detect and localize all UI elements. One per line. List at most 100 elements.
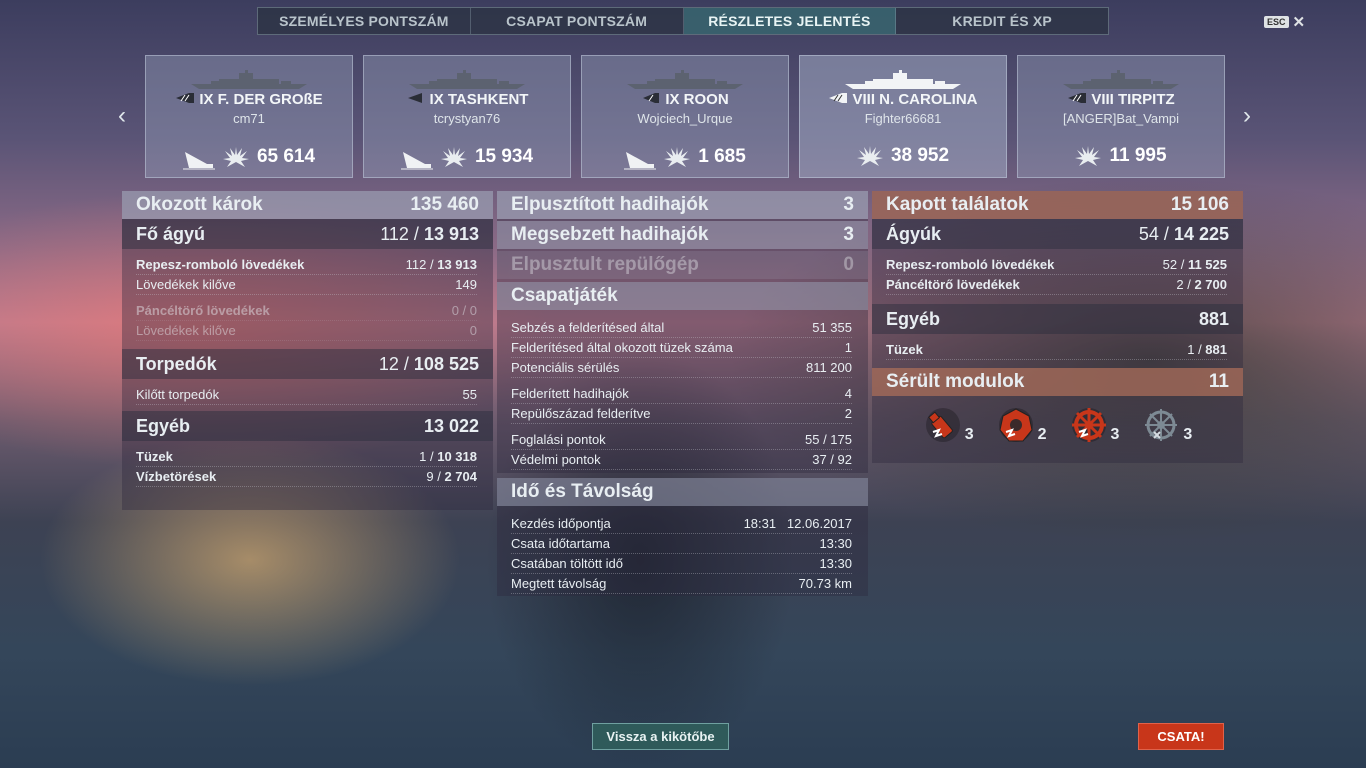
carousel-prev-arrow-icon[interactable]: ‹ (114, 104, 130, 128)
row-value: 70.73 km (798, 576, 852, 591)
destroyer-class-icon (407, 93, 422, 103)
received-fires-label: Tüzek (886, 342, 923, 357)
he-shells-hits: 112 (405, 257, 427, 272)
ship-damage: 1 685 (582, 144, 788, 170)
ship-damage: 11 995 (1018, 144, 1224, 168)
ship-silhouette-icon (627, 70, 743, 89)
received-other-header: Egyéb 881 (872, 304, 1243, 334)
damage-dealt-total: 135 460 (410, 194, 479, 215)
fires-dealt-hits: 1 (419, 449, 427, 464)
close-icon[interactable]: ✕ (1293, 13, 1306, 31)
row-value: 2 (844, 406, 852, 421)
ship-damage-value: 15 934 (474, 146, 534, 167)
fires-dealt-label: Tüzek (136, 449, 173, 464)
time-distance-panel: Idő és Távolság Kezdés időpontja 18:31 12… (497, 478, 868, 596)
ship-damage-value: 1 685 (698, 146, 746, 167)
teamplay-row: Felderítésed által okozott tüzek száma 1 (511, 338, 852, 358)
received-other-label: Egyéb (886, 308, 941, 329)
damage-received-panel: Kapott találatok 15 106 Ágyúk 54 / 14 22… (872, 191, 1243, 463)
tab-detailed-report[interactable]: RÉSZLETES JELENTÉS (683, 8, 897, 34)
main-battery-damaged-icon (998, 408, 1033, 442)
module-item: 3 (923, 406, 974, 444)
teamplay-header: Csapatjáték (497, 282, 868, 310)
battleship-class-icon (829, 93, 848, 103)
module-count: 2 (1037, 426, 1047, 443)
teamplay-title: Csapatjáték (511, 285, 618, 306)
fires-dealt-total: 10 318 (437, 449, 477, 464)
module-count: 3 (964, 426, 974, 443)
ship-card[interactable]: IX F. DER GROßE cm71 65 614 (145, 55, 353, 178)
he-fired-value: 149 (455, 277, 477, 292)
time-row: Csata időtartama 13:30 (511, 534, 852, 554)
torpedoes-fired-value: 55 (462, 387, 477, 402)
ship-card[interactable]: IX TASHKENT tcrystyan76 15 934 (363, 55, 571, 178)
ship-damage: 38 952 (800, 144, 1006, 168)
damage-dealt-panel: Okozott károk 135 460 Fő ágyú 112 / 13 9… (122, 191, 493, 510)
row-label: Csata időtartama (511, 536, 610, 551)
tab-credits-xp[interactable]: KREDIT ÉS XP (896, 8, 1108, 34)
damage-burst-icon (664, 147, 691, 167)
return-to-port-button[interactable]: Vissza a kikötőbe (592, 723, 729, 750)
battle-button[interactable]: CSATA! (1138, 723, 1224, 750)
ship-damage-value: 65 614 (256, 146, 316, 167)
received-fires-row: Tüzek 1 / 881 (886, 340, 1227, 360)
row-value: 1 (844, 340, 852, 355)
player-name: tcrystyan76 (433, 111, 501, 126)
received-guns-hits: 54 (1138, 223, 1159, 244)
ship-name: IX ROON (582, 91, 788, 108)
row-label: Felderített hadihajók (511, 386, 629, 401)
he-fired-row: Lövedékek kilőve 149 (136, 275, 477, 295)
row-value: 4 (844, 386, 852, 401)
ship-name: IX F. DER GROßE (146, 91, 352, 108)
he-fired-label: Lövedékek kilőve (136, 277, 236, 292)
received-other-total: 881 (1198, 308, 1229, 329)
main-guns-label: Fő ágyú (136, 223, 206, 244)
combat-panel: Elpusztított hadihajók 3 Megsebzett hadi… (497, 191, 868, 473)
damage-burst-icon (1075, 146, 1102, 166)
damage-received-label: Kapott találatok (886, 194, 1029, 215)
he-shells-row: Repesz-romboló lövedékek 112 / 13 913 (136, 255, 477, 275)
row-label: Felderítésed által okozott tüzek száma (511, 340, 733, 355)
ship-card[interactable]: IX ROON Wojciech_Urque 1 685 (581, 55, 789, 178)
ship-name-text: IX F. DER GROßE (199, 91, 323, 108)
fires-dealt-row: Tüzek 1 / 10 318 (136, 447, 477, 467)
damage-received-header: Kapott találatok 15 106 (872, 191, 1243, 219)
ships-destroyed-row: Elpusztított hadihajók 3 (497, 191, 868, 219)
cruiser-class-icon (643, 93, 660, 103)
row-label: Kezdés időpontja (511, 516, 611, 531)
torpedoes-hits: 12 (378, 353, 399, 374)
teamplay-row: Repülőszázad felderítve 2 (511, 404, 852, 424)
ap-fired-row: Lövedékek kilőve 0 (136, 321, 477, 341)
ap-fired-value: 0 (469, 323, 477, 338)
time-row: Megtett távolság 70.73 km (511, 574, 852, 594)
row-label: Repülőszázad felderítve (511, 406, 651, 421)
teamplay-row: Potenciális sérülés 811 200 (511, 358, 852, 378)
received-guns-header: Ágyúk 54 / 14 225 (872, 219, 1243, 249)
main-guns-hits: 112 (380, 223, 409, 244)
received-he-total: 11 525 (1187, 257, 1227, 272)
player-name: Fighter66681 (864, 111, 942, 126)
tab-personal-score[interactable]: SZEMÉLYES PONTSZÁM (258, 8, 471, 34)
row-label: Foglalási pontok (511, 432, 606, 447)
other-damage-label: Egyéb (136, 415, 191, 436)
main-guns-total: 13 913 (423, 223, 479, 244)
row-value: 18:31 12.06.2017 (743, 516, 852, 531)
ship-silhouette-icon (191, 70, 307, 89)
ship-card[interactable]: VIII N. CAROLINA Fighter66681 38 952 (799, 55, 1007, 178)
received-he-row: Repesz-romboló lövedékek 52 / 11 525 (886, 255, 1227, 275)
ships-damaged-label: Megsebzett hadihajók (511, 224, 709, 245)
row-label: Csatában töltött idő (511, 556, 624, 571)
planes-destroyed-value: 0 (843, 254, 854, 275)
floods-dealt-label: Vízbetörések (136, 469, 217, 484)
close-button[interactable]: ESC ✕ (1264, 13, 1305, 31)
tab-team-score[interactable]: CSAPAT PONTSZÁM (471, 8, 684, 34)
ship-card[interactable]: VIII TIRPITZ [ANGER]Bat_Vampi 11 995 (1017, 55, 1225, 178)
module-count: 3 (1183, 426, 1193, 443)
carousel-next-arrow-icon[interactable]: › (1239, 104, 1255, 128)
damage-burst-icon (440, 147, 467, 167)
ship-damage-value: 38 952 (890, 145, 950, 166)
row-label: Védelmi pontok (511, 452, 601, 467)
ships-damaged-row: Megsebzett hadihajók 3 (497, 221, 868, 249)
ship-name: IX TASHKENT (364, 91, 570, 108)
report-tabs: SZEMÉLYES PONTSZÁM CSAPAT PONTSZÁM RÉSZL… (257, 7, 1109, 35)
